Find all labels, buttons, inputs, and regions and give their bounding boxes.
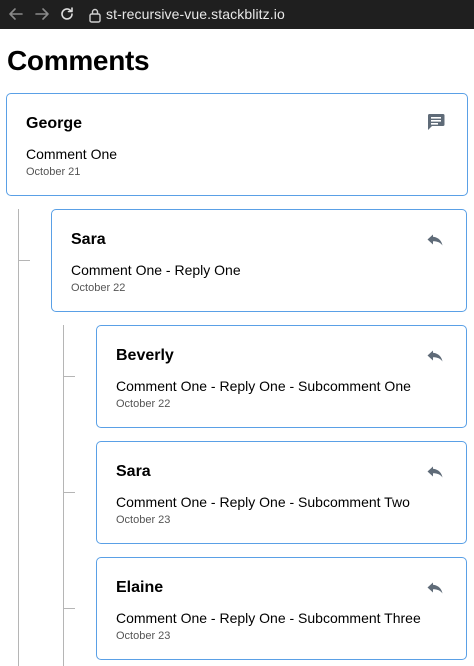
comment-author: Beverly (116, 347, 174, 364)
comment-date: October 23 (116, 514, 171, 526)
arrow-left-icon[interactable] (6, 4, 26, 24)
comment-card: Beverly Comment One - Reply One - Subcom… (96, 325, 467, 428)
comment-body: Comment One (26, 146, 118, 162)
thread-connector (63, 608, 75, 609)
thread-connector (63, 492, 75, 493)
comment-date: October 21 (26, 166, 81, 178)
comment-author: George (26, 115, 83, 132)
reply-icon[interactable] (425, 578, 445, 598)
comment-card: Sara Comment One - Reply One October 22 (51, 209, 467, 312)
comment-author: Elaine (116, 579, 164, 596)
comment-author: Sara (71, 231, 106, 248)
thread-connector (63, 376, 75, 377)
browser-toolbar: st-recursive-vue.stackblitz.io (0, 0, 474, 29)
lock-icon (88, 7, 102, 23)
comment-date: October 23 (116, 630, 171, 642)
comment-body: Comment One - Reply One (71, 262, 241, 278)
thread-connector (18, 260, 30, 261)
comment-card: Sara Comment One - Reply One - Subcommen… (96, 441, 467, 544)
comment-body: Comment One - Reply One - Subcomment Thr… (116, 610, 421, 626)
arrow-right-icon[interactable] (32, 4, 52, 24)
reply-icon[interactable] (425, 230, 445, 250)
comment-body: Comment One - Reply One - Subcomment Two (116, 494, 410, 510)
page-title: Comments (7, 45, 150, 76)
address-bar-url[interactable]: st-recursive-vue.stackblitz.io (106, 6, 285, 22)
comment-author: Sara (116, 463, 151, 480)
reload-icon[interactable] (57, 4, 77, 24)
comment-card: George Comment One October 21 (6, 93, 468, 196)
reply-icon[interactable] (425, 462, 445, 482)
thread-line-level-1 (18, 209, 19, 666)
comment-date: October 22 (116, 398, 171, 410)
comment-date: October 22 (71, 282, 126, 294)
comment-body: Comment One - Reply One - Subcomment One (116, 378, 411, 394)
comment-card: Elaine Comment One - Reply One - Subcomm… (96, 557, 467, 660)
comment-icon[interactable] (426, 112, 446, 132)
reply-icon[interactable] (425, 346, 445, 366)
